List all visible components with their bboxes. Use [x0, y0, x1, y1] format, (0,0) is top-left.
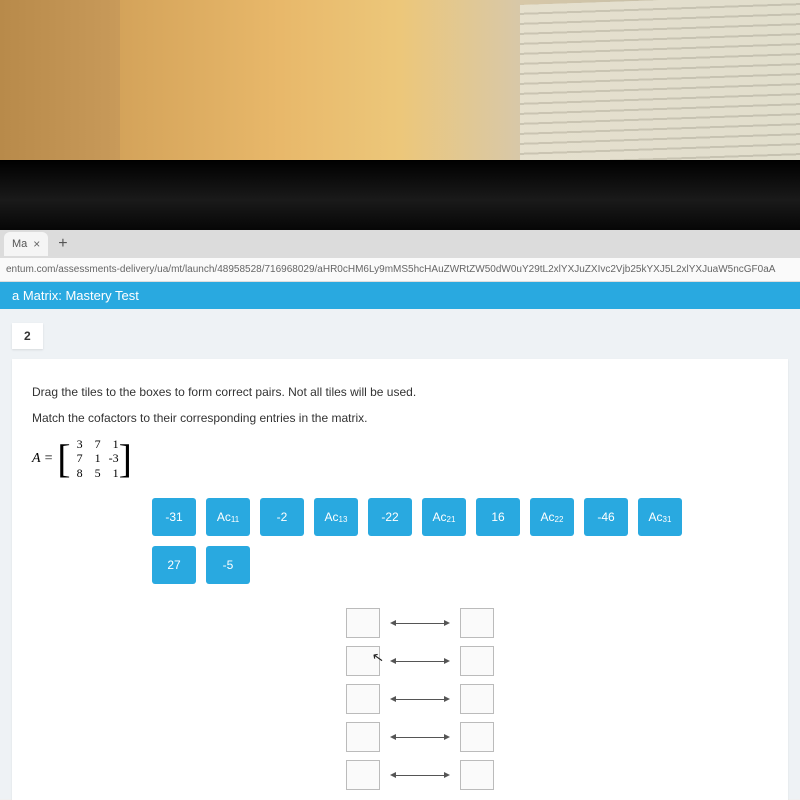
drop-target[interactable] — [346, 760, 380, 790]
matrix-definition: A = [ 3 7 1 7 1 -3 8 5 1 ] — [32, 437, 132, 480]
double-arrow-icon — [390, 657, 450, 665]
drop-target[interactable] — [346, 684, 380, 714]
content-area: 2 Drag the tiles to the boxes to form co… — [0, 309, 800, 799]
subinstruction-text: Match the cofactors to their correspondi… — [32, 411, 768, 425]
draggable-tile[interactable]: 16 — [476, 498, 520, 536]
matrix-cell: 1 — [107, 437, 119, 451]
double-arrow-icon — [390, 619, 450, 627]
pair-row — [346, 608, 494, 638]
browser-tab[interactable]: Ma × — [4, 232, 48, 256]
new-tab-button[interactable]: + — [48, 235, 77, 253]
draggable-tile[interactable]: Ac13 — [314, 498, 358, 536]
draggable-tile[interactable]: -2 — [260, 498, 304, 536]
draggable-tile[interactable]: -5 — [206, 546, 250, 584]
drop-target[interactable] — [460, 760, 494, 790]
pair-row — [346, 722, 494, 752]
matrix-cell: 5 — [89, 466, 101, 480]
pair-row — [346, 684, 494, 714]
bracket-right-icon: ] — [119, 442, 132, 476]
matrix-cell: 3 — [71, 437, 83, 451]
drop-target[interactable] — [346, 608, 380, 638]
matrix-label: A = — [32, 451, 53, 467]
matrix-cell: 7 — [71, 451, 83, 465]
url-text: entum.com/assessments-delivery/ua/mt/lau… — [6, 264, 775, 275]
matrix-cell: 7 — [89, 437, 101, 451]
draggable-tile[interactable]: Ac11 — [206, 498, 250, 536]
matrix-cell: 1 — [107, 466, 119, 480]
drop-target[interactable] — [460, 608, 494, 638]
laptop-screen: Ma × + entum.com/assessments-delivery/ua… — [0, 230, 800, 800]
drop-target[interactable] — [346, 722, 380, 752]
page-title-bar: a Matrix: Mastery Test — [0, 282, 800, 309]
matrix-cell: -3 — [107, 451, 119, 465]
tab-title: Ma — [12, 238, 27, 250]
drop-target[interactable] — [460, 646, 494, 676]
draggable-tile[interactable]: Ac31 — [638, 498, 682, 536]
double-arrow-icon — [390, 771, 450, 779]
pair-dropzones — [72, 608, 768, 790]
address-bar[interactable]: entum.com/assessments-delivery/ua/mt/lau… — [0, 258, 800, 282]
draggable-tile[interactable]: -46 — [584, 498, 628, 536]
laptop-bezel — [0, 160, 800, 240]
draggable-tile[interactable]: -22 — [368, 498, 412, 536]
double-arrow-icon — [390, 695, 450, 703]
double-arrow-icon — [390, 733, 450, 741]
bracket-left-icon: [ — [57, 442, 70, 476]
drop-target[interactable] — [460, 684, 494, 714]
instruction-text: Drag the tiles to the boxes to form corr… — [32, 385, 768, 399]
draggable-tile[interactable]: Ac21 — [422, 498, 466, 536]
draggable-tile[interactable]: -31 — [152, 498, 196, 536]
drop-target[interactable] — [460, 722, 494, 752]
pair-row — [346, 760, 494, 790]
pair-row — [346, 646, 494, 676]
question-card: Drag the tiles to the boxes to form corr… — [12, 359, 788, 800]
matrix-cell: 1 — [89, 451, 101, 465]
draggable-tile[interactable]: 27 — [152, 546, 196, 584]
page-title: a Matrix: Mastery Test — [12, 288, 139, 303]
tile-bank: -31 Ac11 -2 Ac13 -22 Ac21 16 Ac22 -46 Ac31 27 -5 — [152, 498, 712, 584]
draggable-tile[interactable]: Ac22 — [530, 498, 574, 536]
question-number: 2 — [12, 323, 43, 349]
close-icon[interactable]: × — [33, 237, 40, 251]
matrix-cell: 8 — [71, 466, 83, 480]
matrix-body: 3 7 1 7 1 -3 8 5 1 — [71, 437, 119, 480]
browser-tab-strip: Ma × + — [0, 230, 800, 258]
